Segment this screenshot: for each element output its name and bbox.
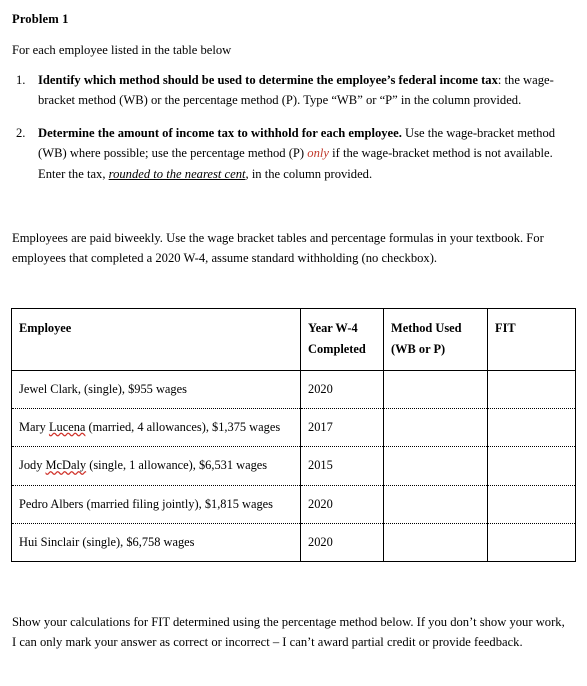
- table-row: Pedro Albers (married filing jointly), $…: [11, 485, 576, 524]
- cell-year-w4: 2020: [300, 523, 384, 563]
- task-2-emphasis-only: only: [307, 146, 329, 161]
- cell-year-w4: 2020: [300, 485, 384, 524]
- employee-name-pre: Jody: [19, 458, 46, 473]
- biweekly-paragraph: Employees are paid biweekly. Use the wag…: [12, 231, 544, 266]
- column-header-year-w4-line2: Completed: [308, 342, 366, 357]
- cell-employee: Hui Sinclair (single), $6,758 wages: [11, 523, 301, 563]
- table-body: Jewel Clark, (single), $955 wages 2020 M…: [11, 370, 576, 563]
- employee-name-pre: Hui Sinclair (single), $6,758 wages: [19, 534, 195, 549]
- employee-name-flagged: Lucena: [48, 419, 86, 434]
- cell-fit[interactable]: [487, 523, 576, 563]
- column-header-year-w4-line1: Year W-4: [308, 321, 358, 335]
- cell-year-w4: 2017: [300, 408, 384, 448]
- employee-fit-table: Employee Year W-4 Completed Method Used …: [11, 308, 576, 563]
- column-header-method-used-line2: (WB or P): [391, 342, 446, 357]
- table-row: Hui Sinclair (single), $6,758 wages 2020: [11, 523, 576, 563]
- column-header-employee-line1: Employee: [19, 321, 72, 335]
- cell-employee: Jewel Clark, (single), $955 wages: [11, 370, 301, 409]
- cell-fit[interactable]: [487, 408, 576, 448]
- task-2-marker: 2.: [16, 125, 26, 140]
- intro-paragraph: For each employee listed in the table be…: [12, 43, 232, 57]
- cell-method-used[interactable]: [383, 485, 488, 524]
- cell-fit[interactable]: [487, 370, 576, 409]
- table-row: Mary Lucena (married, 4 allowances), $1,…: [11, 408, 576, 448]
- cell-fit[interactable]: [487, 485, 576, 524]
- employee-name-flagged: McDaly: [45, 458, 87, 473]
- cell-method-used[interactable]: [383, 446, 488, 486]
- cell-year-w4: 2020: [300, 370, 384, 409]
- column-header-method-used: Method Used (WB or P): [383, 308, 488, 371]
- column-header-employee: Employee: [11, 308, 301, 371]
- task-2-emphasis-rounding: rounded to the nearest cent: [108, 166, 246, 181]
- column-header-fit-line1: FIT: [495, 321, 516, 335]
- cell-fit[interactable]: [487, 446, 576, 486]
- table-header-row: Employee Year W-4 Completed Method Used …: [11, 308, 576, 371]
- task-item-1: 1. Identify which method should be used t…: [0, 70, 575, 111]
- cell-method-used[interactable]: [383, 523, 488, 563]
- employee-name-pre: Mary: [19, 419, 49, 434]
- table-row: Jewel Clark, (single), $955 wages 2020: [11, 370, 576, 409]
- task-list: 1. Identify which method should be used t…: [0, 70, 575, 196]
- task-1-lead: Identify which method should be used to …: [38, 73, 498, 87]
- closing-paragraph: Show your calculations for FIT determine…: [12, 615, 565, 650]
- cell-method-used[interactable]: [383, 370, 488, 409]
- task-2-body-c: , in the column provided.: [245, 166, 373, 181]
- column-header-fit: FIT: [487, 308, 576, 371]
- column-header-year-w4: Year W-4 Completed: [300, 308, 384, 371]
- task-item-2: 2. Determine the amount of income tax to …: [0, 123, 575, 184]
- column-header-method-used-line1: Method Used: [391, 321, 462, 335]
- employee-name-post: (married, 4 allowances), $1,375 wages: [85, 419, 281, 434]
- employee-name-pre: Jewel Clark, (single), $955 wages: [19, 381, 187, 396]
- document-page: Problem 1 For each employee listed in th…: [0, 0, 587, 686]
- cell-method-used[interactable]: [383, 408, 488, 448]
- employee-name-pre: Pedro Albers (married filing jointly), $…: [19, 496, 273, 511]
- table-row: Jody McDaly (single, 1 allowance), $6,53…: [11, 446, 576, 486]
- task-1-marker: 1.: [16, 73, 26, 87]
- cell-year-w4: 2015: [300, 446, 384, 486]
- employee-name-post: (single, 1 allowance), $6,531 wages: [86, 458, 268, 473]
- page-title: Problem 1: [12, 12, 69, 26]
- cell-employee: Pedro Albers (married filing jointly), $…: [11, 485, 301, 524]
- cell-employee: Jody McDaly (single, 1 allowance), $6,53…: [11, 446, 301, 486]
- task-2-lead: Determine the amount of income tax to wi…: [38, 125, 402, 140]
- cell-employee: Mary Lucena (married, 4 allowances), $1,…: [11, 408, 301, 448]
